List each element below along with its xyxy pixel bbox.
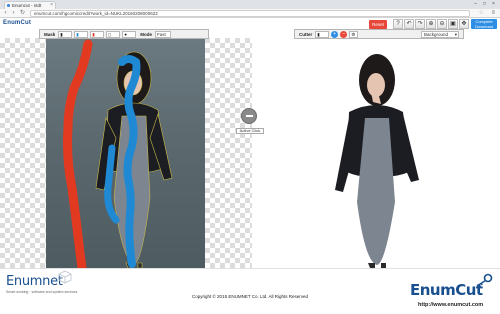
browser-menu-icon[interactable]: ≡ bbox=[491, 10, 495, 17]
brush-tool-button[interactable]: ▮ bbox=[58, 30, 73, 38]
maximize-icon[interactable]: □ bbox=[480, 0, 489, 8]
brush-size-button[interactable]: ● bbox=[122, 30, 137, 38]
header-toolbar: Reset ? ↶ ↷ ⊕ ⊖ ▣ ✥ Complete Download bbox=[369, 19, 497, 29]
source-photo-art bbox=[63, 39, 173, 268]
help-icon[interactable]: ? bbox=[393, 19, 403, 29]
fit-screen-icon[interactable]: ▣ bbox=[448, 19, 458, 29]
source-photo[interactable] bbox=[46, 38, 205, 268]
window-close-icon[interactable]: × bbox=[489, 0, 498, 8]
undo-icon[interactable]: ↶ bbox=[404, 19, 414, 29]
browser-tab[interactable]: Enumcut - ntdt × bbox=[4, 1, 56, 9]
active-click-icon[interactable] bbox=[241, 108, 257, 124]
remove-area-icon[interactable]: – bbox=[340, 30, 348, 38]
mask-toolbar: Mask ▮ ▮ ▮ ▯ ● Mode Fast bbox=[39, 29, 209, 39]
url-input[interactable]: enumcut.com/hgcomiccredit?work_id=NUKL20… bbox=[30, 10, 470, 17]
background-select[interactable]: Background bbox=[421, 30, 459, 38]
active-click-label: Active Click bbox=[236, 128, 264, 134]
enumnet-cube-icon bbox=[58, 270, 72, 284]
cutter-tool-button[interactable]: ▮ bbox=[315, 30, 330, 38]
enumnet-tagline: Smart working · software and system serv… bbox=[6, 290, 78, 294]
move-icon[interactable]: ✥ bbox=[459, 19, 469, 29]
minimize-icon[interactable]: – bbox=[471, 0, 480, 8]
mode-select[interactable]: Fast bbox=[155, 30, 172, 38]
cutter-label: Cutter bbox=[299, 31, 313, 37]
foreground-brush-button[interactable]: ▮ bbox=[74, 30, 89, 38]
result-cutout-art bbox=[335, 54, 419, 268]
zoom-out-icon[interactable]: ⊖ bbox=[437, 19, 447, 29]
reset-button[interactable]: Reset bbox=[369, 19, 387, 29]
cutter-toolbar: Cutter ▮ + – ⚙ Background bbox=[294, 29, 464, 39]
favicon-icon bbox=[7, 4, 10, 7]
add-area-icon[interactable]: + bbox=[331, 30, 339, 38]
background-marker-stroke bbox=[63, 39, 93, 268]
copyright-text: Copyright © 2015 ENUMNET Co. Ltd. All Ri… bbox=[191, 294, 309, 299]
back-icon[interactable]: ‹ bbox=[2, 10, 9, 17]
complete-download-button[interactable]: Complete Download bbox=[471, 19, 497, 29]
enumcut-url[interactable]: http://www.enumcut.com bbox=[418, 302, 483, 308]
tab-title: Enumcut - ntdt bbox=[12, 3, 42, 8]
cutter-settings-icon[interactable]: ⚙ bbox=[349, 30, 359, 38]
eraser-tool-button[interactable]: ▯ bbox=[106, 30, 121, 38]
redo-icon[interactable]: ↷ bbox=[415, 19, 425, 29]
browser-tab-bar: Enumcut - ntdt × – □ × bbox=[0, 0, 500, 9]
forward-icon[interactable]: › bbox=[10, 10, 17, 17]
app-root: Enumcut - ntdt × – □ × ‹ › ↻ enumcut.com… bbox=[0, 0, 500, 314]
reload-icon[interactable]: ↻ bbox=[19, 10, 26, 17]
background-brush-button[interactable]: ▮ bbox=[90, 30, 105, 38]
tab-close-icon[interactable]: × bbox=[50, 2, 53, 9]
result-cutout bbox=[321, 52, 431, 268]
zoom-in-icon[interactable]: ⊕ bbox=[426, 19, 436, 29]
logo-enum-text: Enum bbox=[3, 20, 21, 26]
enumcut-header-logo[interactable]: EnumCut bbox=[3, 20, 31, 26]
key-icon bbox=[476, 273, 493, 287]
enumnet-logo[interactable]: Enumnet bbox=[6, 274, 63, 289]
address-bar-row: ‹ › ↻ enumcut.com/hgcomiccredit?work_id=… bbox=[0, 9, 500, 18]
enumcut-footer-logo[interactable]: EnumCut bbox=[410, 281, 483, 299]
bookmark-star-icon[interactable]: ☆ bbox=[479, 10, 484, 17]
logo-cut-text: Cut bbox=[20, 20, 32, 26]
mode-label: Mode bbox=[140, 31, 153, 37]
mask-label: Mask bbox=[44, 31, 56, 37]
